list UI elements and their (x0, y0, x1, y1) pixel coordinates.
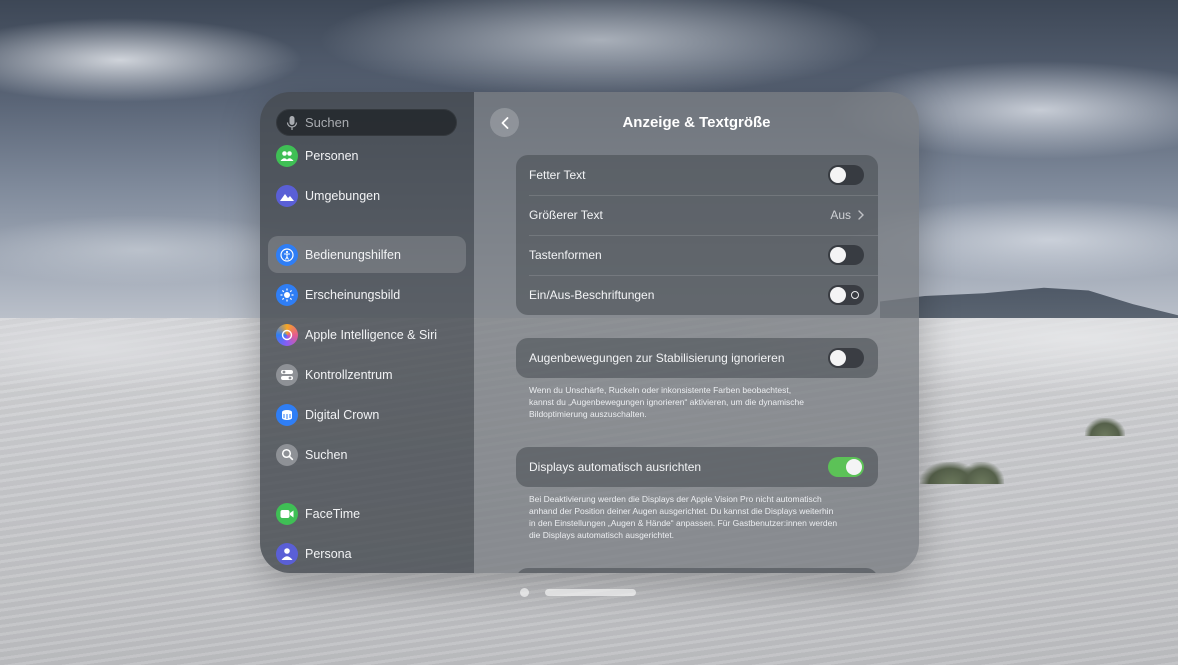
eye-stabilization-group: Augenbewegungen zur Stabilisierung ignor… (516, 338, 878, 378)
sidebar-item-digital-crown[interactable]: Digital Crown (268, 396, 466, 433)
row-label: Augenbewegungen zur Stabilisierung ignor… (529, 351, 785, 365)
search-input[interactable] (305, 109, 450, 136)
eye-stabilization-footnote: Wenn du Unschärfe, Ruckeln oder inkonsis… (529, 384, 849, 420)
shrub (960, 462, 1004, 484)
chevron-right-icon (858, 210, 864, 220)
eye-stabilization-row[interactable]: Augenbewegungen zur Stabilisierung ignor… (516, 338, 878, 378)
on-off-labels-toggle[interactable] (828, 285, 864, 305)
sidebar-item-label: Suchen (305, 447, 348, 462)
row-label: Größerer Text (529, 208, 603, 222)
page-title: Anzeige & Textgröße (622, 114, 771, 131)
row-label: Ein/Aus-Beschriftungen (529, 288, 655, 302)
toggle-knob (830, 167, 846, 183)
shrub (1085, 418, 1125, 436)
accessibility-icon (276, 243, 298, 266)
auto-align-group: Displays automatisch ausrichten (516, 447, 878, 487)
toggle-knob (830, 350, 846, 366)
button-shapes-row[interactable]: Tastenformen (516, 235, 878, 275)
settings-window: Personen Umgebungen Bedienungshilfen Ers… (260, 92, 919, 573)
sidebar-item-label: Apple Intelligence & Siri (305, 327, 438, 342)
larger-text-value: Aus (830, 208, 851, 222)
sidebar: Personen Umgebungen Bedienungshilfen Ers… (260, 92, 474, 573)
sidebar-item-bedienungshilfen[interactable]: Bedienungshilfen (268, 236, 466, 273)
magnifier-icon (276, 443, 298, 466)
window-dot[interactable] (520, 588, 529, 597)
sidebar-item-label: Bedienungshilfen (305, 247, 401, 262)
row-label: Tastenformen (529, 248, 602, 262)
sidebar-item-suchen[interactable]: Suchen (268, 436, 466, 473)
footnote-line: die Displays automatisch ausgerichtet. (529, 530, 675, 540)
sidebar-item-facetime[interactable]: FaceTime (268, 495, 466, 532)
auto-align-toggle[interactable] (828, 457, 864, 477)
toggle-knob (830, 247, 846, 263)
row-label: Fetter Text (529, 168, 586, 182)
footnote-line: Bildoptimierung auszuschalten. (529, 409, 647, 419)
sidebar-item-label: Persona (305, 546, 352, 561)
footnote-line: kannst du „Augenbewegungen ignorieren“ a… (529, 397, 805, 407)
eye-stabilization-toggle[interactable] (828, 348, 864, 368)
detail-pane: Anzeige & Textgröße Fetter Text Größerer… (474, 92, 919, 573)
footnote-line: Bei Deaktivierung werden die Displays de… (529, 494, 822, 504)
sidebar-item-label: Personen (305, 148, 359, 163)
auto-align-row[interactable]: Displays automatisch ausrichten (516, 447, 878, 487)
search-field[interactable] (276, 109, 457, 136)
sidebar-item-label: Kontrollzentrum (305, 367, 393, 382)
sun-icon (276, 283, 298, 306)
sidebar-item-label: FaceTime (305, 506, 361, 521)
persona-icon (276, 542, 298, 565)
sidebar-item-label: Erscheinungsbild (305, 287, 401, 302)
video-camera-icon (276, 502, 298, 525)
bold-text-toggle[interactable] (828, 165, 864, 185)
toggle-knob (830, 287, 846, 303)
sidebar-item-kontrollzentrum[interactable]: Kontrollzentrum (268, 356, 466, 393)
people-icon (276, 144, 298, 167)
bold-text-row[interactable]: Fetter Text (516, 155, 878, 195)
window-bar-handle[interactable] (545, 589, 636, 596)
auto-align-footnote: Bei Deaktivierung werden die Displays de… (529, 493, 849, 541)
toggle-knob (846, 459, 862, 475)
text-options-group: Fetter Text Größerer Text Aus Tastenform… (516, 155, 878, 315)
sidebar-item-persona[interactable]: Persona (268, 535, 466, 572)
sidebar-item-umgebungen[interactable]: Umgebungen (268, 177, 466, 214)
on-off-labels-row[interactable]: Ein/Aus-Beschriftungen (516, 275, 878, 315)
row-label: Displays automatisch ausrichten (529, 460, 702, 474)
sidebar-item-label: Digital Crown (305, 407, 380, 422)
next-group-partial (516, 568, 878, 573)
sidebar-item-erscheinungsbild[interactable]: Erscheinungsbild (268, 276, 466, 313)
button-shapes-toggle[interactable] (828, 245, 864, 265)
footnote-line: anhand der Position deiner Augen ausgeri… (529, 506, 834, 516)
footnote-line: in den Einstellungen „Augen & Hände“ anp… (529, 518, 838, 528)
microphone-icon[interactable] (286, 115, 298, 131)
larger-text-row[interactable]: Größerer Text Aus (516, 195, 878, 235)
digital-crown-icon (276, 403, 298, 426)
footnote-line: Wenn du Unschärfe, Ruckeln oder inkonsis… (529, 385, 792, 395)
sidebar-item-personen[interactable]: Personen (268, 137, 466, 174)
sidebar-item-label: Umgebungen (305, 188, 381, 203)
sidebar-item-apple-intelligence-siri[interactable]: Apple Intelligence & Siri (268, 316, 466, 353)
switches-icon (276, 363, 298, 386)
apple-intelligence-icon (276, 323, 298, 346)
mountains-icon (276, 184, 298, 207)
off-label-ring-icon (851, 291, 859, 299)
